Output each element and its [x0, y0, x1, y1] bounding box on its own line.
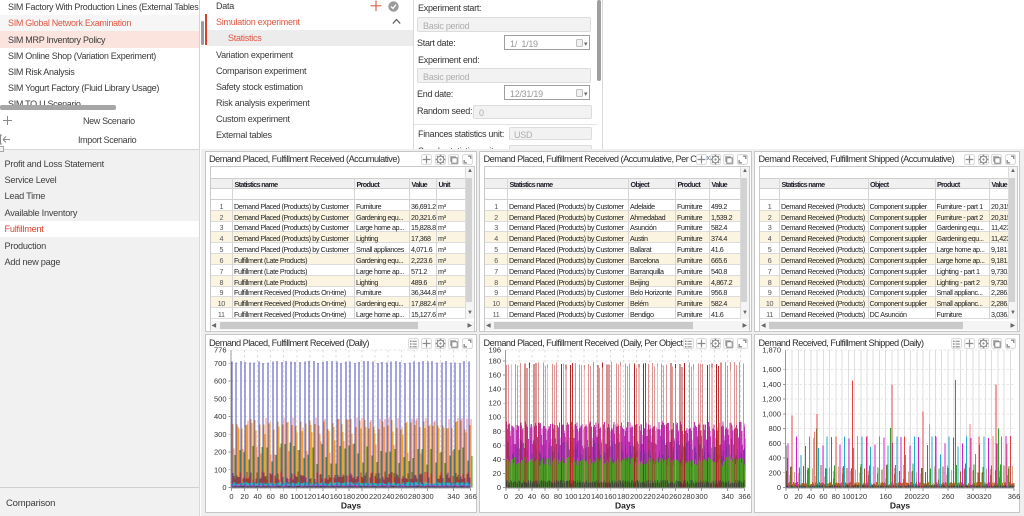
svg-text:1,600: 1,600: [762, 365, 781, 374]
svg-text:700: 700: [213, 359, 226, 368]
svg-text:120: 120: [855, 492, 868, 501]
svg-text:60: 60: [266, 492, 274, 501]
svg-text:80: 80: [279, 492, 287, 501]
svg-text:60: 60: [541, 492, 549, 501]
svg-text:260: 260: [395, 492, 408, 501]
svg-text:300: 300: [967, 492, 980, 501]
svg-text:1,400: 1,400: [762, 380, 781, 389]
svg-text:140: 140: [488, 385, 501, 394]
svg-text:60: 60: [819, 492, 827, 501]
svg-text:366: 366: [738, 492, 751, 501]
svg-text:0: 0: [784, 492, 788, 501]
svg-text:60: 60: [493, 441, 501, 450]
svg-text:80: 80: [832, 492, 840, 501]
svg-text:260: 260: [942, 492, 955, 501]
svg-text:20: 20: [515, 492, 523, 501]
svg-text:0: 0: [777, 483, 781, 492]
svg-text:1,000: 1,000: [762, 409, 781, 418]
svg-text:100: 100: [290, 492, 303, 501]
svg-text:800: 800: [768, 424, 781, 433]
svg-text:280: 280: [682, 492, 695, 501]
svg-text:340: 340: [721, 492, 734, 501]
svg-text:280: 280: [408, 492, 421, 501]
svg-text:220: 220: [368, 492, 381, 501]
svg-text:366: 366: [1008, 492, 1020, 501]
svg-text:1,870: 1,870: [762, 345, 781, 354]
svg-text:0: 0: [222, 483, 226, 492]
svg-text:140: 140: [591, 492, 604, 501]
svg-text:300: 300: [213, 430, 226, 439]
svg-text:220: 220: [643, 492, 656, 501]
svg-text:400: 400: [213, 412, 226, 421]
svg-text:Days: Days: [340, 501, 361, 511]
svg-text:20: 20: [794, 492, 802, 501]
svg-text:240: 240: [381, 492, 394, 501]
svg-text:366: 366: [464, 492, 477, 501]
svg-text:196: 196: [488, 345, 501, 354]
svg-text:120: 120: [578, 492, 591, 501]
svg-text:340: 340: [447, 492, 460, 501]
svg-text:80: 80: [493, 427, 501, 436]
svg-text:260: 260: [669, 492, 682, 501]
svg-text:20: 20: [493, 469, 501, 478]
svg-text:0: 0: [229, 492, 233, 501]
svg-text:1,200: 1,200: [762, 395, 781, 404]
svg-text:500: 500: [213, 394, 226, 403]
svg-text:220: 220: [917, 492, 930, 501]
svg-text:180: 180: [488, 357, 501, 366]
svg-text:0: 0: [504, 492, 508, 501]
svg-text:40: 40: [253, 492, 261, 501]
svg-text:40: 40: [528, 492, 536, 501]
svg-text:Days: Days: [615, 501, 636, 511]
svg-text:0: 0: [497, 483, 501, 492]
svg-text:300: 300: [695, 492, 708, 501]
svg-text:160: 160: [488, 371, 501, 380]
svg-text:300: 300: [421, 492, 434, 501]
svg-text:600: 600: [213, 377, 226, 386]
svg-text:100: 100: [565, 492, 578, 501]
svg-text:320: 320: [979, 492, 992, 501]
svg-text:200: 200: [213, 448, 226, 457]
svg-text:120: 120: [303, 492, 316, 501]
svg-text:600: 600: [768, 439, 781, 448]
svg-text:80: 80: [554, 492, 562, 501]
svg-text:120: 120: [488, 399, 501, 408]
svg-text:776: 776: [213, 345, 226, 354]
svg-text:240: 240: [656, 492, 669, 501]
svg-text:200: 200: [768, 468, 781, 477]
svg-text:100: 100: [842, 492, 855, 501]
svg-text:Days: Days: [890, 501, 911, 511]
svg-text:20: 20: [240, 492, 248, 501]
svg-text:100: 100: [213, 465, 226, 474]
svg-text:400: 400: [768, 454, 781, 463]
svg-text:40: 40: [493, 455, 501, 464]
svg-text:100: 100: [488, 413, 501, 422]
svg-text:40: 40: [807, 492, 815, 501]
svg-text:140: 140: [316, 492, 329, 501]
